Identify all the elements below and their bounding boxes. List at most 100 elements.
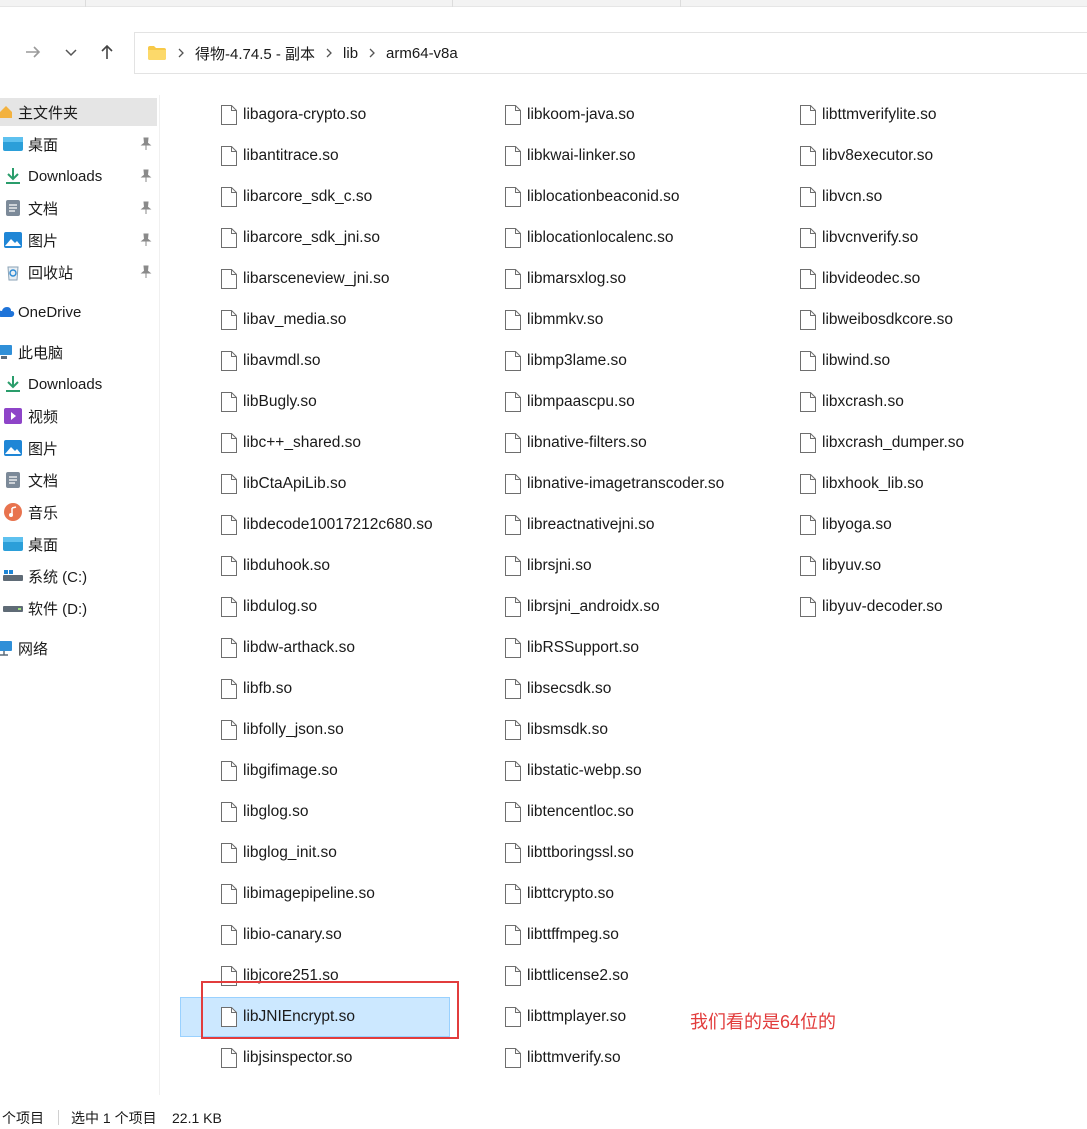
sidebar-item-drive-d[interactable]: 软件 (D:) (0, 594, 157, 622)
file-item[interactable]: libmp3lame.so (504, 345, 627, 377)
sidebar-item-pc-downloads[interactable]: Downloads (0, 370, 157, 398)
file-item[interactable]: libJNIEncrypt.so (180, 997, 450, 1037)
file-item[interactable]: libglog_init.so (220, 837, 337, 869)
file-name: libmpaascpu.so (527, 393, 635, 410)
file-item[interactable]: libmmkv.so (504, 304, 603, 336)
file-item[interactable]: libc++_shared.so (220, 427, 361, 459)
file-item[interactable]: libarcore_sdk_jni.so (220, 222, 380, 254)
file-item[interactable]: libstatic-webp.so (504, 755, 642, 787)
file-item[interactable]: libttmplayer.so (504, 1001, 626, 1033)
file-item[interactable]: libantitrace.so (220, 140, 339, 172)
file-item[interactable]: libCtaApiLib.so (220, 468, 346, 500)
file-item[interactable]: libjsinspector.so (220, 1042, 352, 1074)
file-item[interactable]: libyuv.so (799, 550, 881, 582)
file-item[interactable]: libmarsxlog.so (504, 263, 626, 295)
sidebar-item-desktop[interactable]: 桌面 (0, 130, 157, 158)
file-name: libttmverify.so (527, 1049, 621, 1066)
sidebar-item-pc-pictures[interactable]: 图片 (0, 434, 157, 462)
file-item[interactable]: libsecsdk.so (504, 673, 611, 705)
address-bar[interactable]: 得物-4.74.5 - 副本 lib arm64-v8a (134, 32, 1087, 74)
sidebar-item-this-pc[interactable]: 此电脑 (0, 338, 157, 366)
file-item[interactable]: libgifimage.so (220, 755, 338, 787)
up-button[interactable] (92, 34, 122, 70)
file-item[interactable]: librsjni.so (504, 550, 592, 582)
file-icon (221, 638, 237, 658)
file-item[interactable]: libfolly_json.so (220, 714, 344, 746)
file-item[interactable]: liblocationlocalenc.so (504, 222, 673, 254)
file-item[interactable]: librsjni_androidx.so (504, 591, 660, 623)
sidebar-item-onedrive[interactable]: OneDrive (0, 298, 157, 326)
file-item[interactable]: liblocationbeaconid.so (504, 181, 680, 213)
file-item[interactable]: libsmsdk.so (504, 714, 608, 746)
file-item[interactable]: libRSSupport.so (504, 632, 639, 664)
file-item[interactable]: libyoga.so (799, 509, 892, 541)
file-item[interactable]: libBugly.so (220, 386, 317, 418)
breadcrumb-item[interactable]: lib (337, 45, 364, 62)
file-item[interactable]: libav_media.so (220, 304, 346, 336)
file-item[interactable]: libttffmpeg.so (504, 919, 619, 951)
file-item[interactable]: libv8executor.so (799, 140, 933, 172)
file-item[interactable]: libarsceneview_jni.so (220, 263, 389, 295)
sidebar-item-network[interactable]: 网络 (0, 634, 157, 662)
file-item[interactable]: libimagepipeline.so (220, 878, 375, 910)
sidebar-item-drive-c[interactable]: 系统 (C:) (0, 562, 157, 590)
file-item[interactable]: libnative-filters.so (504, 427, 647, 459)
sidebar-item-pictures[interactable]: 图片 (0, 226, 157, 254)
file-item[interactable]: libnative-imagetranscoder.so (504, 468, 724, 500)
file-item[interactable]: libdw-arthack.so (220, 632, 355, 664)
sidebar-item-documents[interactable]: 文档 (0, 194, 157, 222)
sidebar-item-pc-desktop[interactable]: 桌面 (0, 530, 157, 558)
drive-icon (3, 598, 23, 618)
file-icon (505, 556, 521, 576)
file-icon (505, 392, 521, 412)
file-item[interactable]: libagora-crypto.so (220, 99, 366, 131)
file-name: libglog.so (243, 803, 309, 820)
file-item[interactable]: libduhook.so (220, 550, 330, 582)
file-item[interactable]: libttmverify.so (504, 1042, 621, 1074)
file-icon (221, 310, 237, 330)
file-item[interactable]: libio-canary.so (220, 919, 342, 951)
sidebar-item-music[interactable]: 音乐 (0, 498, 157, 526)
file-item[interactable]: libdecode10017212c680.so (220, 509, 433, 541)
file-item[interactable]: libttlicense2.so (504, 960, 629, 992)
file-item[interactable]: libvcn.so (799, 181, 882, 213)
file-item[interactable]: libxcrash_dumper.so (799, 427, 964, 459)
file-item[interactable]: libweibosdkcore.so (799, 304, 953, 336)
file-item[interactable]: libtencentloc.so (504, 796, 634, 828)
sidebar-item-videos[interactable]: 视频 (0, 402, 157, 430)
file-item[interactable]: libreactnativejni.so (504, 509, 655, 541)
file-item[interactable]: libfb.so (220, 673, 292, 705)
file-item[interactable]: libwind.so (799, 345, 890, 377)
file-item[interactable]: libavmdl.so (220, 345, 321, 377)
file-item[interactable]: libxcrash.so (799, 386, 904, 418)
sidebar-item-recycle-bin[interactable]: 回收站 (0, 258, 157, 286)
file-item[interactable]: libvcnverify.so (799, 222, 918, 254)
file-item[interactable]: libttcrypto.so (504, 878, 614, 910)
file-item[interactable]: libmpaascpu.so (504, 386, 635, 418)
file-item[interactable]: libdulog.so (220, 591, 317, 623)
recent-locations-button[interactable] (56, 34, 86, 70)
file-item[interactable]: libkoom-java.so (504, 99, 635, 131)
pin-icon (140, 233, 152, 246)
file-item[interactable]: libyuv-decoder.so (799, 591, 943, 623)
breadcrumb-item[interactable]: arm64-v8a (380, 45, 464, 62)
sidebar-item-pc-documents[interactable]: 文档 (0, 466, 157, 494)
cloud-icon (0, 302, 16, 322)
file-item[interactable]: libarcore_sdk_c.so (220, 181, 372, 213)
file-icon (800, 597, 816, 617)
file-name: libkoom-java.so (527, 106, 635, 123)
file-item[interactable]: libglog.so (220, 796, 309, 828)
forward-button[interactable] (18, 34, 48, 70)
file-item[interactable]: libttmverifylite.so (799, 99, 937, 131)
breadcrumb-item[interactable]: 得物-4.74.5 - 副本 (189, 43, 321, 64)
file-item[interactable]: libxhook_lib.so (799, 468, 924, 500)
sidebar-item-home[interactable]: 主文件夹 (0, 98, 157, 126)
file-item[interactable]: libjcore251.so (220, 960, 339, 992)
file-item[interactable]: libvideodec.so (799, 263, 920, 295)
sidebar-item-downloads[interactable]: Downloads (0, 162, 157, 190)
file-item[interactable]: libttboringssl.so (504, 837, 634, 869)
navigation-pane: 主文件夹 桌面 Downloads 文档 图片 回收站 OneDrive 此电脑… (0, 95, 160, 1095)
sidebar-item-label: 图片 (28, 440, 59, 458)
file-icon (221, 515, 237, 535)
file-item[interactable]: libkwai-linker.so (504, 140, 636, 172)
